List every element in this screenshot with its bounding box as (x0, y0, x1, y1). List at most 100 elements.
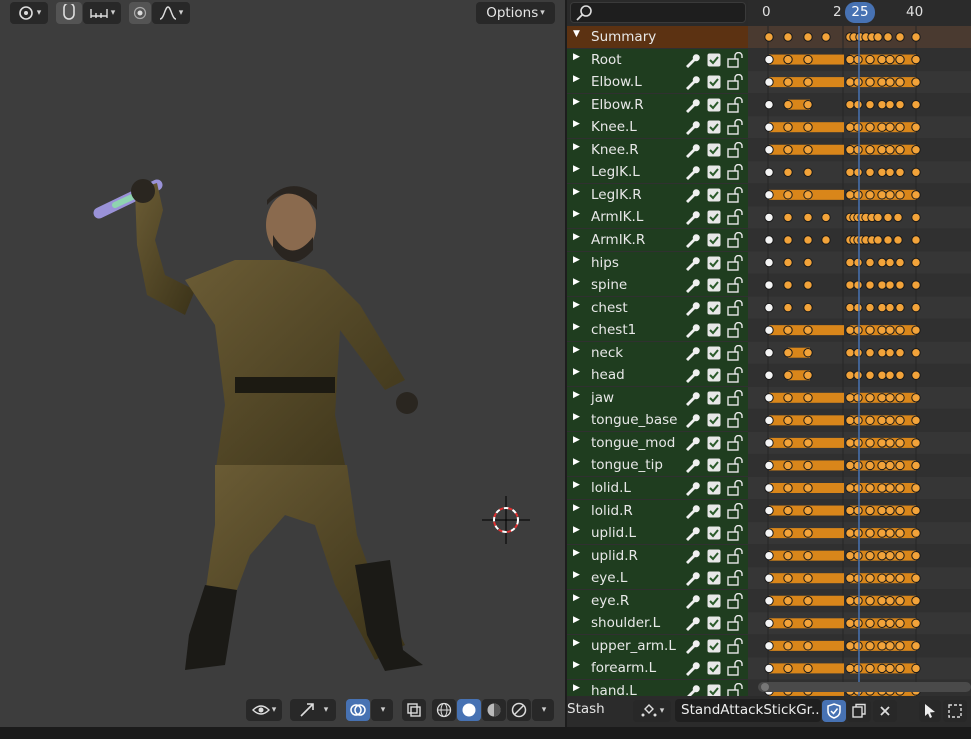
keyframe[interactable] (865, 415, 875, 426)
checkbox-icon[interactable] (707, 594, 721, 608)
keyframe[interactable] (895, 663, 905, 674)
unlock-icon[interactable] (727, 74, 745, 90)
keyframe[interactable] (911, 54, 921, 65)
keyframe[interactable] (845, 190, 855, 200)
keyframe[interactable] (803, 415, 813, 426)
keyframe[interactable] (885, 663, 895, 674)
keyframe[interactable] (885, 190, 895, 200)
expand-triangle-icon[interactable]: ▶ (573, 97, 580, 107)
expand-triangle-icon[interactable]: ▶ (573, 367, 580, 377)
keyframe[interactable] (877, 145, 887, 155)
keyframe[interactable] (845, 280, 855, 290)
keyframe[interactable] (877, 122, 887, 132)
keyframe[interactable] (893, 235, 903, 245)
action-name-field[interactable]: StandAttackStickGr... (675, 699, 821, 722)
keyframe[interactable] (783, 77, 793, 87)
unlock-icon[interactable] (727, 457, 745, 473)
wrench-icon[interactable] (684, 593, 700, 609)
keyframe[interactable] (853, 280, 863, 290)
keyframe[interactable] (764, 77, 774, 87)
keyframe[interactable] (877, 280, 887, 290)
keyframe[interactable] (764, 663, 774, 674)
keyframe[interactable] (877, 438, 887, 448)
keyframe[interactable] (803, 99, 813, 110)
bone-channel[interactable]: ▶ spine (567, 274, 748, 296)
keyframe[interactable] (865, 370, 875, 380)
keyframe[interactable] (845, 596, 855, 606)
scrollbar-handle-keyframe[interactable] (761, 683, 769, 691)
keyframe[interactable] (783, 235, 793, 245)
checkbox-icon[interactable] (707, 639, 721, 653)
bone-channel[interactable]: ▶ tongue_mod (567, 432, 748, 454)
keyframe[interactable] (885, 122, 895, 132)
checkbox-icon[interactable] (707, 98, 721, 112)
keyframe[interactable] (865, 325, 875, 335)
keyframe[interactable] (885, 257, 895, 268)
keyframe[interactable] (845, 370, 855, 380)
duplicate-action-button[interactable] (847, 700, 871, 722)
keyframe[interactable] (895, 348, 905, 358)
keyframe[interactable] (764, 370, 774, 380)
keyframe[interactable] (911, 483, 921, 493)
keyframe[interactable] (803, 257, 813, 268)
unlock-icon[interactable] (727, 164, 745, 180)
keyframe[interactable] (783, 393, 793, 403)
bone-channel[interactable]: ▶ lolid.L (567, 477, 748, 499)
checkbox-icon[interactable] (707, 143, 721, 157)
character-model[interactable] (85, 165, 445, 685)
unlock-icon[interactable] (727, 187, 745, 203)
keyframe[interactable] (911, 235, 921, 245)
pivot-point-button[interactable]: ▾ (10, 2, 48, 24)
keyframe[interactable] (895, 438, 905, 448)
wrench-icon[interactable] (684, 525, 700, 541)
keyframe[interactable] (853, 348, 863, 358)
checkbox-icon[interactable] (707, 661, 721, 675)
wrench-icon[interactable] (684, 277, 700, 293)
checkbox-icon[interactable] (707, 75, 721, 89)
keyframe[interactable] (853, 483, 863, 493)
keyframe[interactable] (764, 596, 774, 606)
checkbox-icon[interactable] (707, 504, 721, 518)
unlock-icon[interactable] (727, 300, 745, 316)
bone-channel[interactable]: ▶ eye.R (567, 590, 748, 612)
keyframe[interactable] (764, 348, 774, 358)
keyframe[interactable] (803, 393, 813, 403)
keyframe[interactable] (845, 348, 855, 358)
keyframe[interactable] (877, 596, 887, 606)
keyframe[interactable] (895, 54, 905, 65)
keyframe[interactable] (911, 641, 921, 651)
checkbox-icon[interactable] (707, 368, 721, 382)
fake-user-button[interactable] (822, 700, 846, 722)
wrench-icon[interactable] (684, 548, 700, 564)
keyframe[interactable] (865, 348, 875, 358)
keyframe[interactable] (803, 325, 813, 335)
keyframe[interactable] (764, 145, 774, 155)
bone-channel[interactable]: ▶ Knee.R (567, 139, 748, 161)
keyframe[interactable] (853, 663, 863, 674)
collapse-triangle-icon[interactable]: ▼ (573, 29, 580, 39)
keyframe[interactable] (895, 483, 905, 493)
keyframe[interactable] (783, 505, 793, 516)
bone-channel[interactable]: ▶ Elbow.L (567, 71, 748, 93)
keyframe[interactable] (803, 302, 813, 313)
keyframe[interactable] (803, 32, 813, 42)
keyframe[interactable] (883, 212, 893, 223)
unlock-icon[interactable] (727, 322, 745, 338)
wrench-icon[interactable] (684, 435, 700, 451)
keyframe[interactable] (845, 663, 855, 674)
expand-triangle-icon[interactable]: ▶ (573, 300, 580, 310)
keyframe[interactable] (764, 550, 774, 561)
unlock-icon[interactable] (727, 480, 745, 496)
snap-toggle-button[interactable] (56, 2, 82, 24)
keyframe[interactable] (911, 32, 921, 42)
bone-channel[interactable]: ▶ LegIK.L (567, 161, 748, 183)
keyframe[interactable] (885, 145, 895, 155)
bone-channel[interactable]: ▶ chest1 (567, 319, 748, 341)
expand-triangle-icon[interactable]: ▶ (573, 457, 580, 467)
keyframe[interactable] (865, 573, 875, 583)
keyframe[interactable] (764, 641, 774, 651)
expand-triangle-icon[interactable]: ▶ (573, 209, 580, 219)
keyframe[interactable] (845, 505, 855, 516)
wrench-icon[interactable] (684, 300, 700, 316)
keyframe[interactable] (877, 302, 887, 313)
